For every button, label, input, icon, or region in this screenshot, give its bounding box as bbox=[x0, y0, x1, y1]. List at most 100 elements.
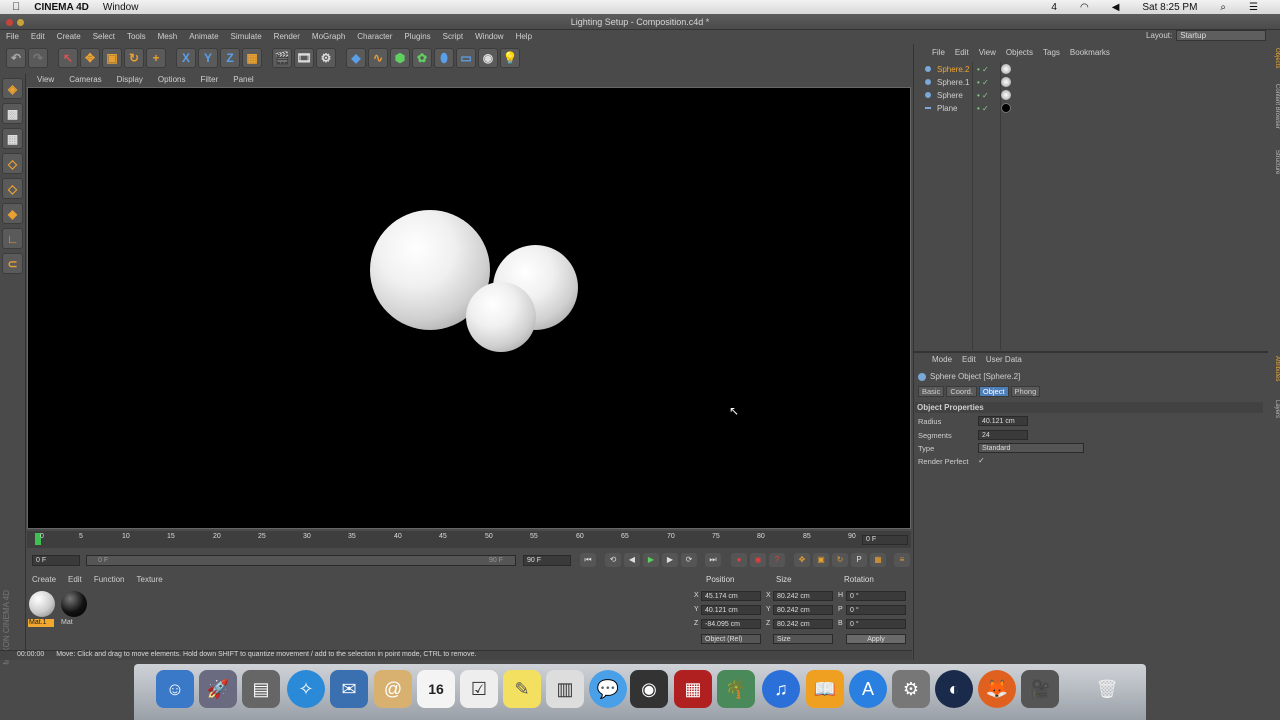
floor-icon[interactable]: ▭ bbox=[456, 48, 476, 68]
move-icon[interactable]: ✥ bbox=[80, 48, 100, 68]
undo-icon[interactable]: ↶ bbox=[6, 48, 26, 68]
menu-script[interactable]: Script bbox=[443, 32, 463, 41]
material-swatch[interactable] bbox=[61, 591, 87, 617]
material-tag-icon[interactable] bbox=[1001, 64, 1011, 74]
om-menu-file[interactable]: File bbox=[932, 48, 945, 57]
next-key-icon[interactable]: ⟳ bbox=[681, 553, 697, 567]
menu-mesh[interactable]: Mesh bbox=[158, 32, 178, 41]
menu-animate[interactable]: Animate bbox=[189, 32, 218, 41]
timeline-ruler[interactable]: 0 5 10 15 20 25 30 35 40 45 50 55 60 65 … bbox=[27, 531, 911, 548]
minimize-button[interactable] bbox=[17, 19, 24, 26]
tab-basic[interactable]: Basic bbox=[918, 386, 945, 397]
vp-menu-options[interactable]: Options bbox=[158, 75, 186, 84]
rotation-h-field[interactable]: 0 ° bbox=[846, 591, 906, 601]
size-z-field[interactable]: 80.242 cm bbox=[773, 619, 833, 629]
autokey-icon[interactable]: ◉ bbox=[750, 553, 766, 567]
om-menu-edit[interactable]: Edit bbox=[955, 48, 969, 57]
rotation-p-field[interactable]: 0 ° bbox=[846, 605, 906, 615]
menu-select[interactable]: Select bbox=[93, 32, 115, 41]
iphoto-icon[interactable]: 🌴 bbox=[717, 670, 755, 708]
menu-edit[interactable]: Edit bbox=[31, 32, 45, 41]
menu-character[interactable]: Character bbox=[357, 32, 392, 41]
am-menu-user-data[interactable]: User Data bbox=[986, 355, 1022, 364]
finder-icon[interactable]: ☺ bbox=[156, 670, 194, 708]
record-position-icon[interactable]: ✥ bbox=[794, 553, 810, 567]
material-tag-icon[interactable] bbox=[1001, 103, 1011, 113]
object-row-plane[interactable]: Plane • ✓ bbox=[925, 102, 1255, 114]
previous-key-icon[interactable]: ⟲ bbox=[605, 553, 621, 567]
add-object-icon[interactable]: + bbox=[146, 48, 166, 68]
segments-field[interactable]: 24 bbox=[978, 430, 1028, 440]
mat-menu-texture[interactable]: Texture bbox=[137, 575, 163, 584]
go-to-end-icon[interactable]: ⏭ bbox=[705, 553, 721, 567]
volume-icon[interactable]: ◀ bbox=[1112, 2, 1120, 13]
size-x-field[interactable]: 80.242 cm bbox=[773, 591, 833, 601]
firefox-icon[interactable]: 🦊 bbox=[978, 670, 1016, 708]
layout-dropdown[interactable]: Startup bbox=[1176, 30, 1267, 41]
texture-mode-icon[interactable]: ▦ bbox=[2, 128, 23, 149]
magnet-icon[interactable]: ⊂ bbox=[2, 253, 23, 274]
light-icon[interactable]: 💡 bbox=[500, 48, 520, 68]
om-menu-bookmarks[interactable]: Bookmarks bbox=[1070, 48, 1110, 57]
mac-menu-window[interactable]: Window bbox=[103, 2, 139, 13]
panel-divider[interactable] bbox=[913, 351, 1268, 353]
apply-button[interactable]: Apply bbox=[846, 634, 906, 644]
itunes-icon[interactable]: ♫ bbox=[762, 670, 800, 708]
record-scale-icon[interactable]: ▣ bbox=[813, 553, 829, 567]
am-menu-edit[interactable]: Edit bbox=[962, 355, 976, 364]
menu-render[interactable]: Render bbox=[274, 32, 300, 41]
om-menu-objects[interactable]: Objects bbox=[1006, 48, 1033, 57]
preview-icon[interactable]: ▥ bbox=[546, 670, 584, 708]
side-tab-layers[interactable]: Layers bbox=[1268, 400, 1280, 426]
tab-object[interactable]: Object bbox=[978, 386, 1009, 397]
render-settings-icon[interactable]: ⚙ bbox=[316, 48, 336, 68]
trash-icon[interactable]: 🗑 bbox=[1088, 670, 1126, 708]
material-tag-icon[interactable] bbox=[1001, 90, 1011, 100]
mat-menu-function[interactable]: Function bbox=[94, 575, 125, 584]
object-row-sphere-1[interactable]: Sphere.1 • ✓ bbox=[925, 76, 1255, 88]
clock[interactable]: Sat 8:25 PM bbox=[1142, 2, 1197, 13]
make-editable-icon[interactable]: ◈ bbox=[2, 78, 23, 99]
points-mode-icon[interactable]: ◇ bbox=[2, 153, 23, 174]
object-name[interactable]: Plane bbox=[937, 104, 957, 113]
size-y-field[interactable]: 80.242 cm bbox=[773, 605, 833, 615]
visibility-check-icon[interactable]: • ✓ bbox=[977, 104, 989, 113]
menu-help[interactable]: Help bbox=[516, 32, 532, 41]
play-icon[interactable]: ▶ bbox=[643, 553, 659, 567]
render-perfect-checkbox[interactable]: ✓ bbox=[978, 456, 985, 465]
app-store-icon[interactable]: A bbox=[849, 670, 887, 708]
menu-simulate[interactable]: Simulate bbox=[231, 32, 262, 41]
radius-field[interactable]: 40.121 cm bbox=[978, 416, 1028, 426]
ibooks-icon[interactable]: 📖 bbox=[806, 670, 844, 708]
object-name[interactable]: Sphere.1 bbox=[937, 78, 969, 87]
om-menu-view[interactable]: View bbox=[979, 48, 996, 57]
vp-menu-panel[interactable]: Panel bbox=[233, 75, 253, 84]
spotlight-icon[interactable]: ⌕ bbox=[1220, 2, 1226, 13]
object-row-sphere-2[interactable]: Sphere.2 • ✓ bbox=[925, 63, 1255, 75]
array-icon[interactable]: ✿ bbox=[412, 48, 432, 68]
spline-icon[interactable]: ∿ bbox=[368, 48, 388, 68]
position-y-field[interactable]: 40.121 cm bbox=[701, 605, 761, 615]
material-label[interactable]: Mat.1 bbox=[28, 619, 54, 627]
render-picture-viewer-icon[interactable]: 🎞 bbox=[294, 48, 314, 68]
calendar-icon[interactable]: 16 bbox=[417, 670, 455, 708]
vp-menu-filter[interactable]: Filter bbox=[200, 75, 218, 84]
current-frame-field[interactable]: 0 F bbox=[862, 535, 908, 545]
apple-icon[interactable]:  bbox=[12, 1, 20, 13]
menu-mograph[interactable]: MoGraph bbox=[312, 32, 345, 41]
rotation-b-field[interactable]: 0 ° bbox=[846, 619, 906, 629]
side-tab-structure[interactable]: Structure bbox=[1268, 150, 1280, 186]
messages-icon[interactable]: 💬 bbox=[589, 670, 627, 708]
redo-icon[interactable]: ↷ bbox=[28, 48, 48, 68]
vp-menu-cameras[interactable]: Cameras bbox=[69, 75, 101, 84]
coordinate-mode-select[interactable]: Object (Rel) bbox=[701, 634, 761, 644]
reminders-icon[interactable]: ☑ bbox=[460, 670, 498, 708]
object-name[interactable]: Sphere bbox=[937, 91, 963, 100]
scale-icon[interactable]: ▣ bbox=[102, 48, 122, 68]
record-keys-icon[interactable]: ● bbox=[731, 553, 747, 567]
tab-phong[interactable]: Phong bbox=[1010, 386, 1041, 397]
position-x-field[interactable]: 45.174 cm bbox=[701, 591, 761, 601]
om-menu-tags[interactable]: Tags bbox=[1043, 48, 1060, 57]
system-preferences-icon[interactable]: ⚙ bbox=[892, 670, 930, 708]
live-selection-icon[interactable]: ↖ bbox=[58, 48, 78, 68]
